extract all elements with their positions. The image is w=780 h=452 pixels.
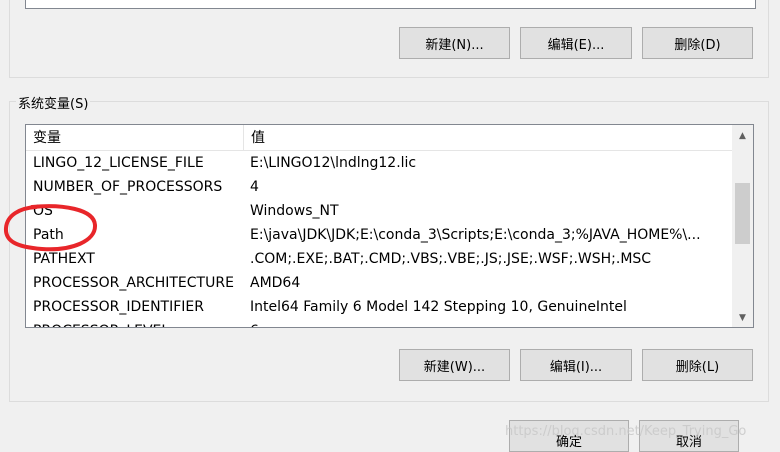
user-variables-list[interactable] [25,0,756,9]
variable-value: 6 [250,319,728,327]
variable-name: OS [33,203,53,219]
table-row[interactable]: LINGO_12_LICENSE_FILE E:\LINGO12\lndlng1… [26,151,732,175]
user-edit-button[interactable]: 编辑(E)... [520,27,632,59]
column-header-value[interactable]: 值 [244,125,732,151]
variable-value: .COM;.EXE;.BAT;.CMD;.VBS;.VBE;.JS;.JSE;.… [250,251,652,267]
column-header-variable[interactable]: 变量 [26,125,244,151]
variable-name: Path [33,227,64,243]
variable-name: PROCESSOR_ARCHITECTURE [33,275,234,291]
table-row[interactable]: Path E:\java\JDK\JDK;E:\conda_3\Scripts;… [26,223,732,247]
variable-name: PROCESSOR_LEVEL [33,319,239,327]
variable-name: PATHEXT [33,251,95,267]
variable-value: Intel64 Family 6 Model 142 Stepping 10, … [250,299,627,315]
variable-name: PROCESSOR_IDENTIFIER [33,299,204,315]
table-row[interactable]: PROCESSOR_IDENTIFIER Intel64 Family 6 Mo… [26,295,732,319]
user-new-button[interactable]: 新建(N)... [399,27,510,59]
variable-value: Windows_NT [250,203,339,219]
variable-value: E:\java\JDK\JDK;E:\conda_3\Scripts;E:\co… [250,227,701,243]
cancel-button[interactable]: 取消 [639,420,739,452]
scroll-up-icon[interactable]: ▲ [732,127,753,144]
table-row[interactable]: PROCESSOR_LEVEL 6 [26,319,732,327]
scroll-thumb[interactable] [735,183,750,244]
vertical-scrollbar[interactable]: ▲ ▼ [732,125,753,327]
ok-button[interactable]: 确定 [509,420,629,452]
system-delete-button[interactable]: 删除(L) [642,349,753,381]
variable-value: AMD64 [250,275,301,291]
table-row[interactable]: PATHEXT .COM;.EXE;.BAT;.CMD;.VBS;.VBE;.J… [26,247,732,271]
scroll-down-icon[interactable]: ▼ [732,309,753,326]
table-row[interactable]: OS Windows_NT [26,199,732,223]
variable-name: LINGO_12_LICENSE_FILE [33,155,204,171]
variable-name: NUMBER_OF_PROCESSORS [33,179,223,195]
variable-value: 4 [250,179,259,195]
user-delete-button[interactable]: 删除(D) [642,27,753,59]
list-header: 变量 值 [26,125,732,151]
table-row[interactable]: PROCESSOR_ARCHITECTURE AMD64 [26,271,732,295]
system-new-button[interactable]: 新建(W)... [399,349,510,381]
system-variables-title: 系统变量(S) [16,93,91,112]
system-edit-button[interactable]: 编辑(I)... [520,349,632,381]
system-variables-list[interactable]: 变量 值 LINGO_12_LICENSE_FILE E:\LINGO12\ln… [25,124,754,328]
variable-value: E:\LINGO12\lndlng12.lic [250,155,417,171]
table-row[interactable]: NUMBER_OF_PROCESSORS 4 [26,175,732,199]
